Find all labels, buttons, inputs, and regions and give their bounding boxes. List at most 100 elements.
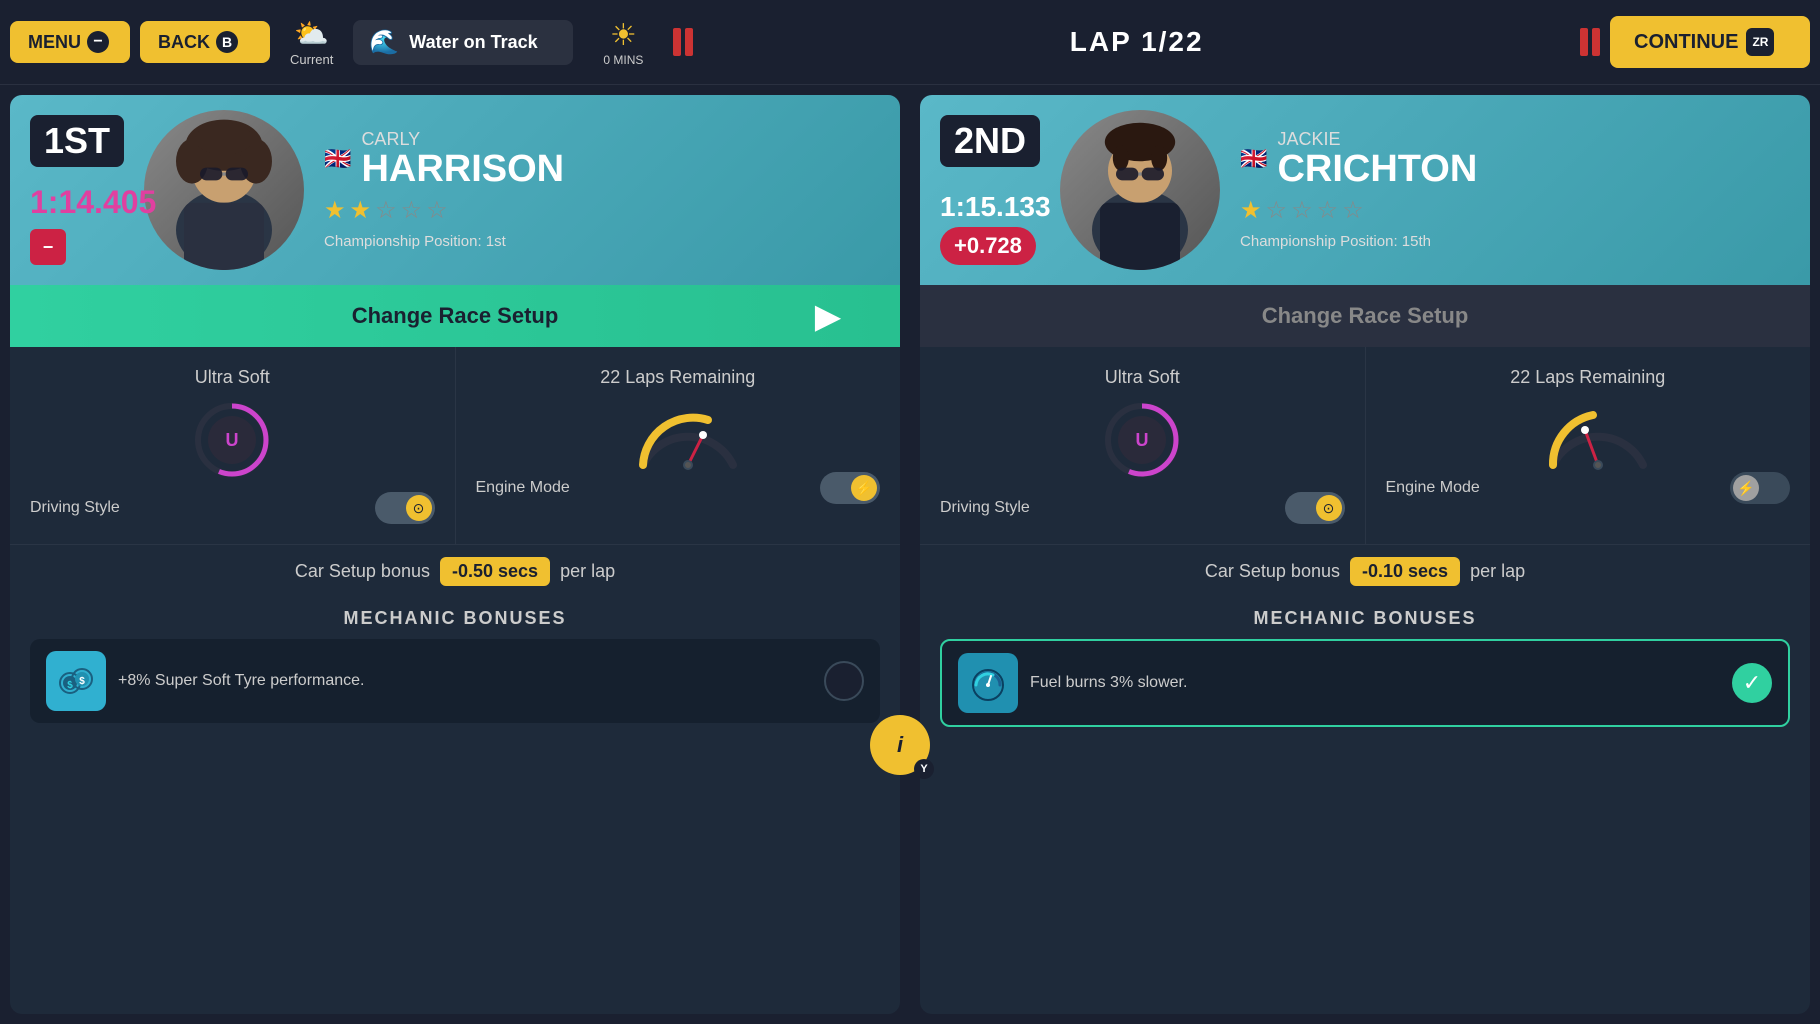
continue-label: CONTINUE [1634,31,1738,54]
player1-championship: Championship Position: 1st [324,233,506,250]
player2-card: 2ND [920,95,1810,1014]
info-button[interactable]: i Y [870,715,930,775]
player2-fuel-gauge [1538,400,1638,460]
player2-bonus-value: -0.10 secs [1350,557,1460,586]
condition-text: Water on Track [409,32,537,53]
menu-label: MENU [28,32,81,53]
main-panels: 1ST [10,95,1810,1014]
player1-tyre-type: Ultra Soft [195,367,270,388]
player1-lap-time: 1:14.405 [30,184,156,221]
player2-mechanic-check: ✓ [1732,663,1772,703]
player1-name-row: 🇬🇧 CARLY HARRISON [324,129,880,188]
player2-engine-toggle-row: Engine Mode ⚡ [1386,472,1791,504]
player2-driving-label: Driving Style [940,499,1030,517]
player1-avatar-svg [144,110,304,270]
player2-flag: 🇬🇧 [1240,146,1267,172]
pause-bar-3 [1580,28,1588,56]
player1-fuel-svg [628,400,748,475]
weather-label: Current [290,52,333,67]
water-icon: 🌊 [369,28,399,57]
star-3: ☆ [375,196,397,225]
player2-fuel-svg [1538,400,1658,475]
y-label: Y [914,759,934,779]
menu-minus-icon: − [87,31,109,53]
player2-position: 2ND [954,120,1026,161]
lap-text: LAP 1/22 [1070,26,1204,57]
p2-star-1: ★ [1240,196,1262,225]
time-section: ☀ 0 MINS [603,18,643,67]
player2-photo [1060,110,1220,270]
player1-position: 1ST [44,120,110,161]
player2-time-badge: 1:15.133 +0.728 [940,191,1051,265]
player2-mechanic-text: Fuel burns 3% slower. [1030,674,1720,692]
p2-star-4: ☆ [1317,196,1339,225]
player1-setup-section: Ultra Soft U Driving Style [10,347,900,544]
weather-section: ⛅ Current [290,17,333,67]
player1-change-race-label: Change Race Setup [352,303,559,328]
sun-icon: ☀ [610,18,637,53]
player1-per-lap: per lap [560,561,615,582]
pause-left-button[interactable] [673,28,693,56]
p2-star-5: ☆ [1342,196,1364,225]
player1-tyre-svg: U [192,400,272,480]
player1-minus-btn[interactable]: − [30,229,66,265]
player2-driving-toggle[interactable]: ⊙ [1285,492,1345,524]
pause-bar-2 [685,28,693,56]
player1-bonus-row: Car Setup bonus -0.50 secs per lap [10,545,900,598]
back-label: BACK [158,32,210,53]
player2-change-race-btn[interactable]: Change Race Setup [920,285,1810,347]
player1-mechanic-icon: $ $ [46,651,106,711]
player2-setup-right: 22 Laps Remaining [1366,347,1811,544]
p2-star-3: ☆ [1291,196,1313,225]
player1-setup-right: 22 Laps Remaining [456,347,901,544]
player2-engine-label: Engine Mode [1386,479,1480,497]
player1-engine-toggle[interactable]: ⚡ [820,472,880,504]
player1-stars: ★ ★ ☆ ☆ ☆ [324,196,880,225]
player2-championship: Championship Position: 15th [1240,233,1431,250]
top-bar: MENU − BACK B ⛅ Current 🌊 Water on Track… [0,0,1820,85]
back-button[interactable]: BACK B [140,21,270,63]
pause-section [673,28,693,56]
player2-per-lap: per lap [1470,561,1525,582]
player1-change-race-btn[interactable]: Change Race Setup ▶ [10,285,900,347]
player2-engine-toggle[interactable]: ⚡ [1730,472,1790,504]
weather-cloud-icon: ⛅ [294,17,329,50]
player2-bonus-row: Car Setup bonus -0.10 secs per lap [920,545,1810,598]
info-i-icon: i [897,732,903,758]
player2-header: 2ND [920,95,1810,285]
player1-photo [144,110,304,270]
player2-driving-knob: ⊙ [1316,495,1342,521]
player1-mechanic-section: MECHANIC BONUSES $ $ +8% Super Soft Tyre… [10,598,900,733]
player2-stars: ★ ☆ ☆ ☆ ☆ [1240,196,1790,225]
player2-mechanic-title: MECHANIC BONUSES [940,608,1790,629]
star-5: ☆ [426,196,448,225]
player2-driving-toggle-row: Driving Style ⊙ [940,492,1345,524]
player2-tyre-svg: U [1102,400,1182,480]
player1-driving-knob: ⊙ [406,495,432,521]
pause-bar-4 [1592,28,1600,56]
player1-header: 1ST [10,95,900,285]
player2-last-name: CRICHTON [1277,150,1477,188]
player1-name-block: CARLY HARRISON [361,129,564,188]
player2-info: 🇬🇧 JACKIE CRICHTON ★ ☆ ☆ ☆ ☆ Championshi… [1240,129,1790,251]
pause-right-button[interactable] [1580,28,1600,56]
lightning-icon: ⚡ [855,480,872,497]
menu-button[interactable]: MENU − [10,21,130,63]
lightning2-icon: ⚡ [1737,480,1754,497]
player1-driving-label: Driving Style [30,499,120,517]
continue-button[interactable]: CONTINUE ZR [1610,16,1810,68]
player1-bonus-label: Car Setup bonus [295,561,430,582]
player1-setup-left: Ultra Soft U Driving Style [10,347,456,544]
player1-card: 1ST [10,95,900,1014]
player1-time-badge: 1:14.405 − [30,184,156,265]
player1-mechanic-title: MECHANIC BONUSES [30,608,880,629]
main-content: 1ST [0,85,1820,1024]
speedometer2-icon: ⊙ [1323,500,1335,517]
star-1: ★ [324,196,346,225]
player1-driving-toggle-row: Driving Style ⊙ [30,492,435,524]
player1-driving-toggle[interactable]: ⊙ [375,492,435,524]
condition-section: 🌊 Water on Track [353,20,573,65]
player2-setup-section: Ultra Soft U Driving Style [920,347,1810,544]
svg-text:$: $ [79,676,85,687]
player1-mechanic-text: +8% Super Soft Tyre performance. [118,672,812,690]
